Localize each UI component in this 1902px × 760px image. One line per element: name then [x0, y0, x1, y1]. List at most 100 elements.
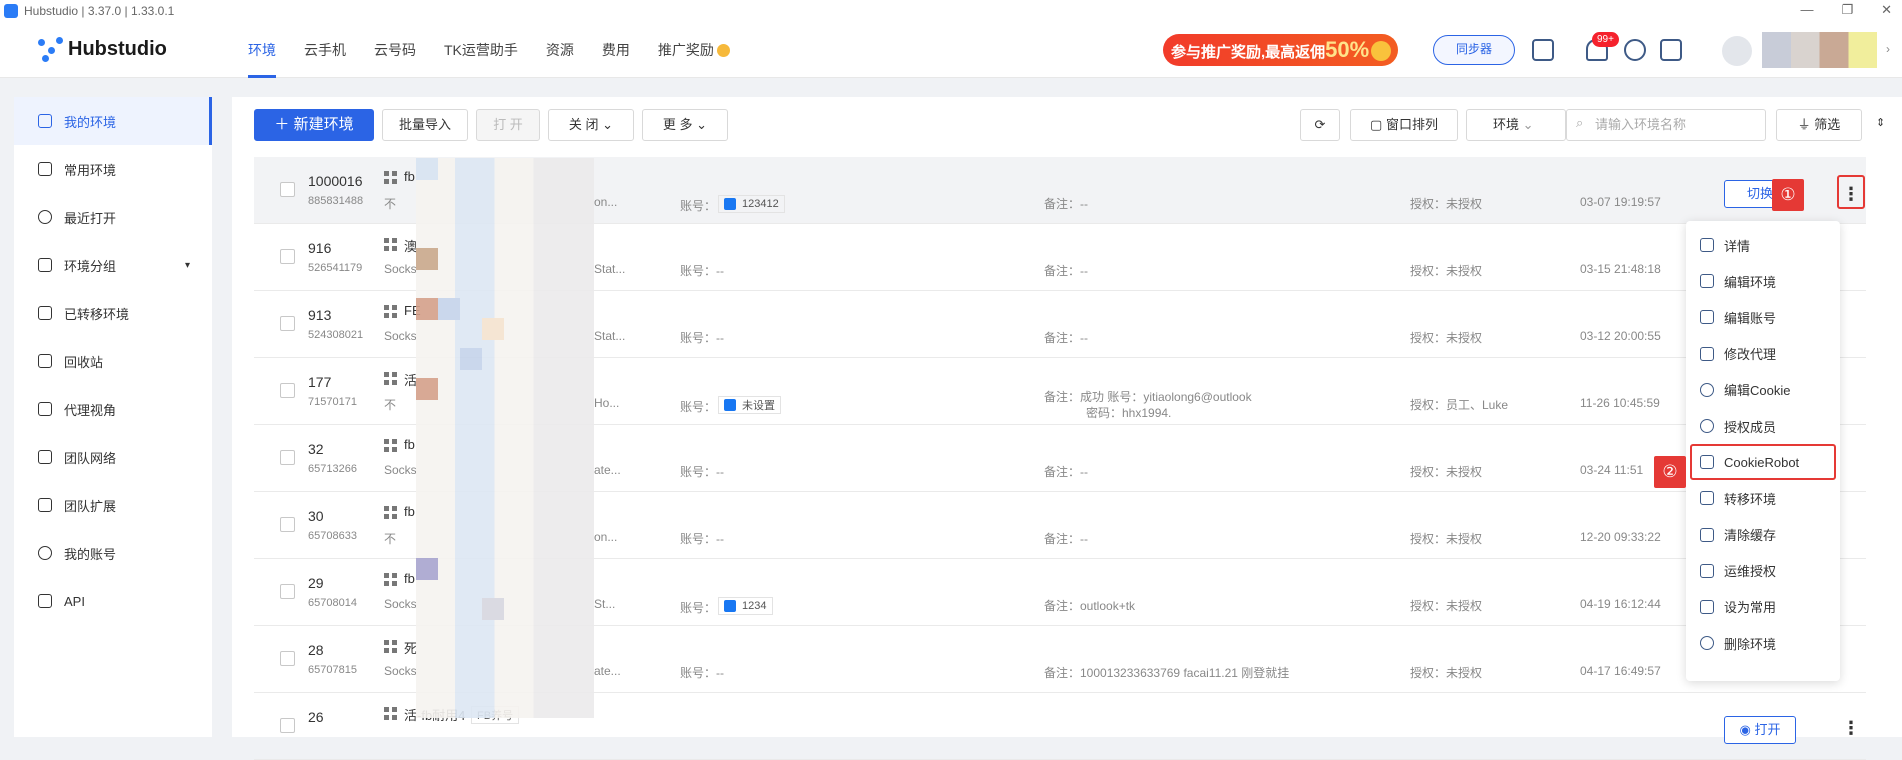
account-tag[interactable]: 123412 — [718, 195, 785, 213]
minimize-button[interactable]: — — [1800, 2, 1813, 18]
menu-item-edit-account[interactable]: 编辑账号 — [1686, 299, 1840, 335]
row-checkbox[interactable] — [280, 450, 295, 465]
sidebar-item-recently-opened[interactable]: 最近打开 — [14, 193, 212, 241]
menu-item-cookierobot[interactable]: CookieRobot — [1690, 444, 1836, 481]
row-checkbox[interactable] — [280, 651, 295, 666]
env-auth: 授权：未授权 — [1410, 666, 1483, 680]
env-auth: 授权：未授权 — [1410, 197, 1483, 211]
tab-tk-assistant[interactable]: TK运营助手 — [430, 22, 532, 78]
menu-item-edit-environment[interactable]: 编辑环境 — [1686, 263, 1840, 299]
menu-item-set-common[interactable]: 设为常用 — [1686, 589, 1840, 625]
more-actions-icon[interactable]: ⋮ — [1837, 175, 1865, 209]
avatar[interactable] — [1722, 36, 1752, 66]
promo-banner[interactable]: 参与推广奖励,最高返佣50% — [1163, 34, 1398, 66]
new-environment-button[interactable]: ＋ 新建环境 — [254, 109, 374, 141]
env-id: 1000016 — [308, 173, 363, 189]
facebook-icon — [724, 198, 737, 210]
tab-cloud-number[interactable]: 云号码 — [360, 22, 430, 78]
menu-item-label: 授权成员 — [1724, 419, 1777, 435]
sidebar-item-common-environments[interactable]: 常用环境 — [14, 145, 212, 193]
sidebar-item-environment-groups[interactable]: 环境分组 ▾ — [14, 241, 212, 289]
account-label: 账号： — [680, 400, 717, 414]
row-checkbox[interactable] — [280, 249, 295, 264]
refresh-button[interactable]: ⟳ — [1300, 109, 1340, 141]
tab-promotion-reward[interactable]: 推广奖励 — [644, 22, 744, 78]
env-id: 32 — [308, 441, 324, 457]
sidebar-item-recycle-bin[interactable]: 回收站 — [14, 337, 212, 385]
refresh-download-icon[interactable] — [1624, 39, 1646, 61]
sidebar-item-team-network[interactable]: 团队网络 — [14, 433, 212, 481]
window-arrange-button[interactable]: ▢ 窗口排列 — [1350, 109, 1458, 141]
user-info-blurred[interactable] — [1762, 32, 1877, 68]
row-checkbox[interactable] — [280, 584, 295, 599]
env-serial: 65713266 — [308, 463, 357, 475]
menu-item-transfer-environment[interactable]: 转移环境 — [1686, 480, 1840, 516]
star-icon — [38, 162, 52, 176]
plus-icon: ＋ — [274, 116, 294, 133]
account-tag[interactable]: 1234 — [718, 597, 773, 615]
sidebar-item-team-extensions[interactable]: 团队扩展 — [14, 481, 212, 529]
env-note: 备注：-- — [1044, 331, 1088, 345]
sidebar-item-proxy-view[interactable]: 代理视角 — [14, 385, 212, 433]
env-name[interactable]: fb — [404, 504, 415, 519]
sidebar-item-transferred-environments[interactable]: 已转移环境 — [14, 289, 212, 337]
env-serial: 71570171 — [308, 396, 357, 408]
menu-item-clear-cache[interactable]: 清除缓存 — [1686, 517, 1840, 553]
screen-icon[interactable] — [1532, 39, 1554, 61]
sidebar-item-api[interactable]: API — [14, 577, 212, 625]
chevron-right-icon[interactable]: › — [1886, 42, 1890, 56]
tab-resources[interactable]: 资源 — [532, 22, 588, 78]
menu-item-authorize-members[interactable]: 授权成员 — [1686, 408, 1840, 444]
close-window-button[interactable]: ✕ — [1881, 2, 1892, 18]
env-name[interactable]: fb — [404, 571, 415, 586]
menu-item-label: 修改代理 — [1724, 347, 1777, 363]
menu-item-edit-cookie[interactable]: 编辑Cookie — [1686, 372, 1840, 408]
synchronizer-button[interactable]: 同步器 — [1433, 35, 1515, 65]
open-env-label: 打开 — [1754, 722, 1781, 737]
row-checkbox[interactable] — [280, 316, 295, 331]
chevron-down-icon[interactable]: ▾ — [185, 260, 190, 271]
env-proxy: Socks — [384, 597, 417, 611]
row-checkbox[interactable] — [280, 517, 295, 532]
account-tag[interactable]: 未设置 — [718, 396, 782, 414]
sidebar-item-my-environments[interactable]: 我的环境 — [14, 97, 212, 145]
open-button[interactable]: 打 开 — [476, 109, 540, 141]
env-name[interactable]: fb — [404, 437, 415, 452]
blur-block — [482, 318, 504, 340]
menu-item-details[interactable]: 详情 — [1686, 227, 1840, 263]
account-icon — [1700, 310, 1714, 325]
broom-icon — [1700, 527, 1714, 542]
open-env-button[interactable]: ◉ 打开 — [1724, 716, 1796, 744]
sort-icon[interactable]: ⇕ — [1876, 116, 1885, 129]
row-checkbox[interactable] — [280, 182, 295, 197]
filter-button[interactable]: ⏚ 筛选 — [1776, 109, 1862, 141]
env-id: 28 — [308, 642, 324, 658]
menu-item-change-proxy[interactable]: 修改代理 — [1686, 336, 1840, 372]
windows-platform-icon — [384, 238, 397, 251]
schedule-icon[interactable] — [1660, 39, 1682, 61]
sidebar-item-label: API — [64, 593, 85, 609]
menu-item-ops-authorize[interactable]: 运维授权 — [1686, 553, 1840, 589]
more-dropdown-button[interactable]: 更 多 ⌄ — [642, 109, 728, 141]
more-actions-icon[interactable]: ⋮ — [1837, 711, 1865, 745]
app-logo-icon — [4, 4, 18, 18]
row-checkbox[interactable] — [280, 383, 295, 398]
brand-logo[interactable]: Hubstudio — [38, 36, 234, 63]
environment-search-input[interactable]: 请输入环境名称 — [1566, 109, 1766, 141]
chevron-down-icon: ⌄ — [1522, 117, 1534, 132]
maximize-button[interactable]: ❐ — [1841, 2, 1853, 18]
row-checkbox[interactable] — [280, 718, 295, 733]
sidebar-item-my-account[interactable]: 我的账号 — [14, 529, 212, 577]
close-dropdown-button[interactable]: 关 闭 ⌄ — [548, 109, 634, 141]
batch-import-button[interactable]: 批量导入 — [382, 109, 468, 141]
blur-block — [482, 598, 504, 620]
menu-item-delete-environment[interactable]: 删除环境 — [1686, 625, 1840, 661]
tab-fees[interactable]: 费用 — [588, 22, 644, 78]
blur-block — [416, 558, 438, 580]
chrome-icon: ◉ — [1739, 722, 1755, 737]
tab-cloud-phone[interactable]: 云手机 — [290, 22, 360, 78]
env-name[interactable]: fb — [404, 169, 415, 184]
tab-environment[interactable]: 环境 — [234, 22, 290, 78]
sidebar-item-label: 回收站 — [64, 354, 104, 370]
environment-type-select[interactable]: 环境 ⌄ — [1466, 109, 1566, 141]
